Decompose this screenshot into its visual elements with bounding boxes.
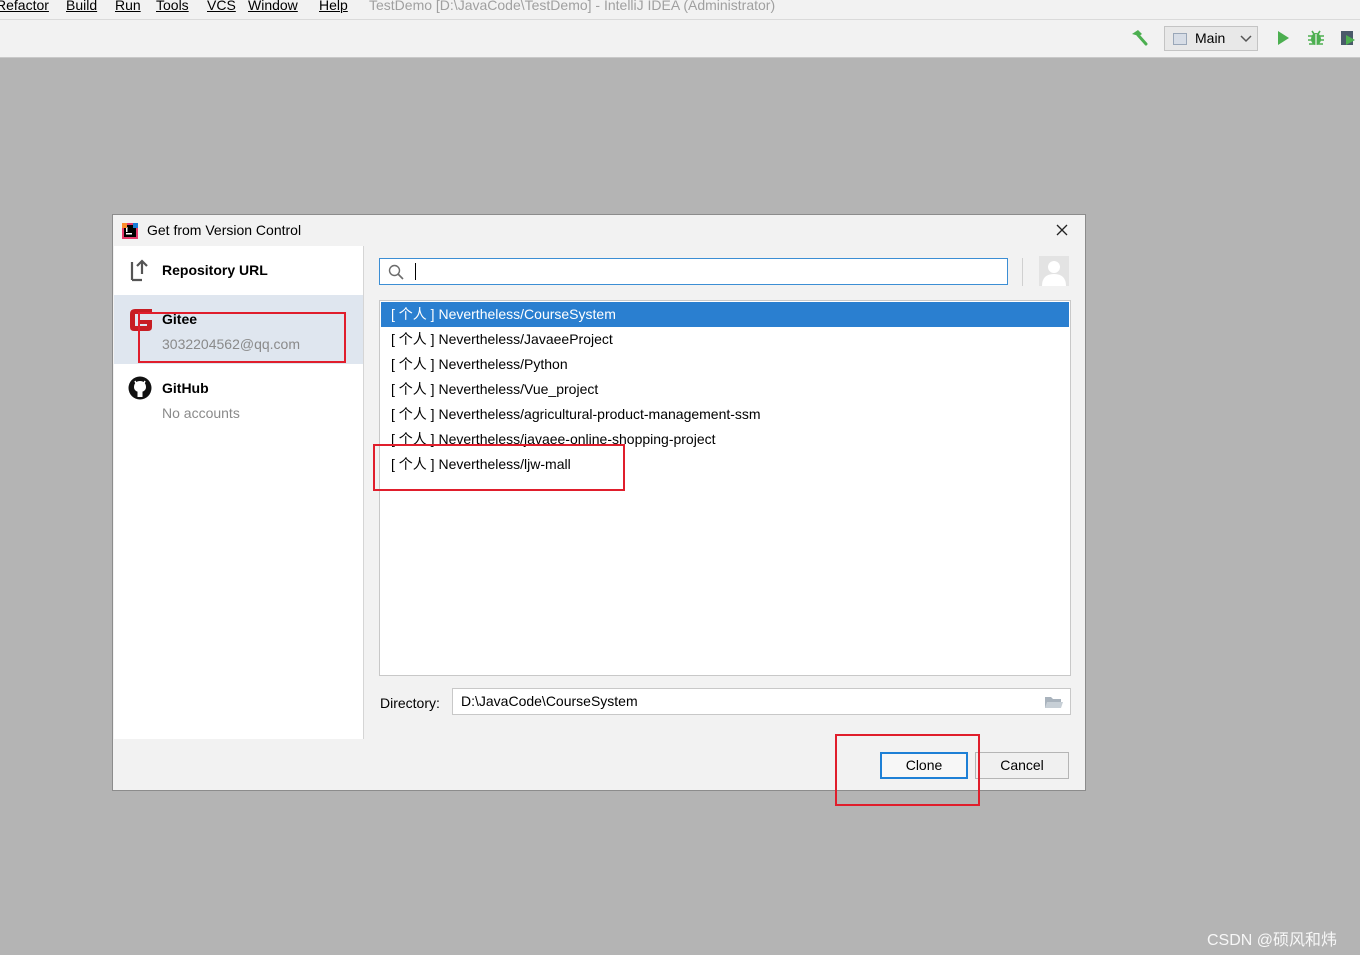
run-config-selector[interactable]: Main — [1164, 26, 1258, 51]
run-config-icon — [1173, 33, 1187, 45]
list-item[interactable]: [ 个人 ] Nevertheless/Python — [381, 352, 1069, 377]
sidebar-item-github[interactable]: GitHub No accounts — [114, 364, 363, 433]
list-item[interactable]: [ 个人 ] Nevertheless/agricultural-product… — [381, 402, 1069, 427]
repo-name: Nevertheless/CourseSystem — [438, 306, 616, 322]
menu-vcs[interactable]: VCS — [207, 0, 236, 13]
menu-tools[interactable]: Tools — [156, 0, 189, 13]
directory-value: D:\JavaCode\CourseSystem — [461, 693, 638, 709]
text-caret — [415, 263, 416, 280]
repo-tag: [ 个人 ] — [391, 306, 435, 322]
close-icon[interactable] — [1053, 221, 1071, 239]
vcs-branch-icon — [130, 259, 148, 282]
repo-name: Nevertheless/Vue_project — [438, 381, 599, 397]
csdn-watermark: CSDN @硕风和炜 — [1207, 932, 1338, 949]
account-avatar[interactable] — [1039, 256, 1069, 286]
dialog-titlebar: Get from Version Control — [113, 215, 1085, 246]
directory-label: Directory: — [380, 695, 440, 711]
annotation-box-ljw-mall — [373, 444, 625, 491]
repo-tag: [ 个人 ] — [391, 381, 435, 397]
menu-help[interactable]: Help — [319, 0, 348, 13]
repo-tag: [ 个人 ] — [391, 406, 435, 422]
dialog-title: Get from Version Control — [147, 222, 302, 238]
github-account-status: No accounts — [162, 405, 240, 421]
chevron-down-icon — [1240, 35, 1252, 43]
main-toolbar: Main — [0, 19, 1360, 58]
coverage-icon[interactable] — [1338, 28, 1358, 48]
list-item[interactable]: [ 个人 ] Nevertheless/JavaeeProject — [381, 327, 1069, 352]
repo-search-box[interactable] — [379, 258, 1008, 285]
intellij-app-icon — [122, 223, 138, 239]
search-icon — [388, 264, 404, 280]
directory-field[interactable]: D:\JavaCode\CourseSystem — [452, 688, 1071, 715]
sidebar-item-label: Repository URL — [162, 262, 268, 278]
separator — [1022, 258, 1023, 286]
window-title: TestDemo [D:\JavaCode\TestDemo] - Intell… — [369, 0, 776, 13]
menu-bar: Refactor Build Run Tools VCS Window Help… — [0, 0, 1360, 19]
annotation-box-gitee — [138, 312, 346, 363]
github-icon — [128, 376, 152, 400]
sidebar-item-repository-url[interactable]: Repository URL — [114, 246, 363, 295]
hammer-icon[interactable] — [1129, 28, 1149, 48]
repo-name: Nevertheless/agricultural-product-manage… — [438, 406, 761, 422]
list-item[interactable]: [ 个人 ] Nevertheless/Vue_project — [381, 377, 1069, 402]
repo-name: Nevertheless/Python — [438, 356, 568, 372]
cancel-button[interactable]: Cancel — [975, 752, 1069, 779]
repo-tag: [ 个人 ] — [391, 356, 435, 372]
sidebar-item-label: GitHub — [162, 380, 209, 396]
menu-window[interactable]: Window — [248, 0, 298, 13]
list-item[interactable]: [ 个人 ] Nevertheless/CourseSystem — [381, 302, 1069, 327]
get-from-vcs-dialog: Get from Version Control Repository URL … — [112, 214, 1086, 791]
search-input[interactable] — [422, 262, 986, 283]
folder-open-icon[interactable] — [1044, 694, 1064, 710]
run-icon[interactable] — [1273, 28, 1293, 48]
run-config-label: Main — [1195, 30, 1226, 46]
menu-build[interactable]: Build — [66, 0, 97, 13]
debug-icon[interactable] — [1306, 28, 1326, 48]
annotation-box-clone — [835, 734, 980, 806]
menu-refactor[interactable]: Refactor — [0, 0, 49, 13]
repo-name: Nevertheless/JavaeeProject — [438, 331, 613, 347]
menu-run[interactable]: Run — [115, 0, 141, 13]
vcs-content-panel: [ 个人 ] Nevertheless/CourseSystem [ 个人 ] … — [364, 246, 1085, 739]
repo-tag: [ 个人 ] — [391, 331, 435, 347]
